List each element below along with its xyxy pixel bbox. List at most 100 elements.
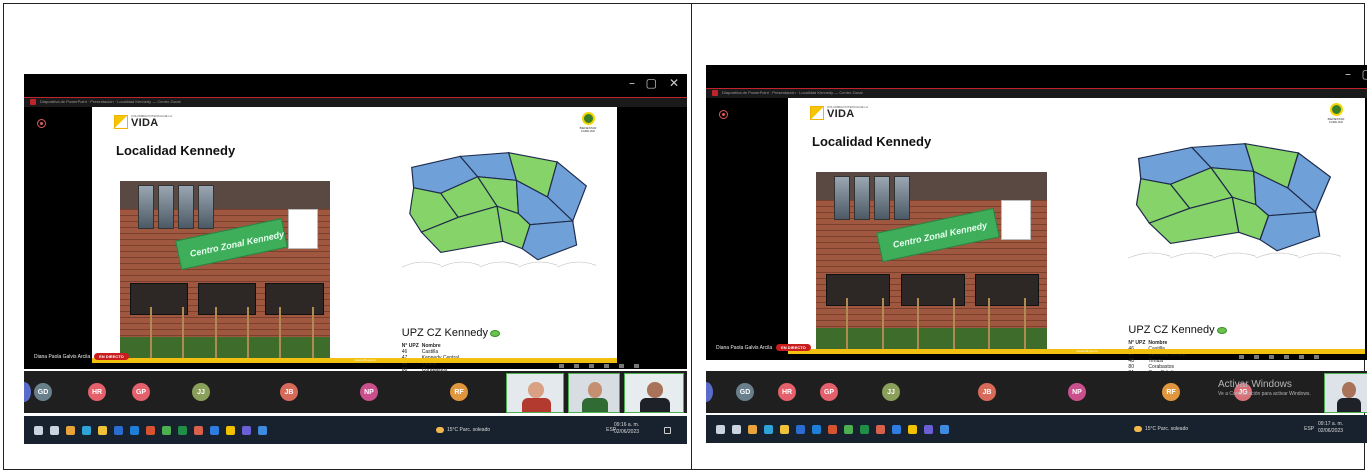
slide-control-icon[interactable]	[619, 364, 624, 368]
participant-avatar[interactable]: RF	[450, 383, 468, 401]
slide-control-icon[interactable]	[589, 364, 594, 368]
windows-taskbar: 15°C Parc. soleado ESP 09:16 a. m. 02/06/20…	[24, 416, 687, 444]
centro-zonal-building-photo: Centro Zonal Kennedy	[120, 181, 330, 359]
mail-icon[interactable]	[812, 425, 821, 434]
presentation-slide: COLOMBIA POTENCIA DE LA VIDA BIENESTAR FAM…	[788, 98, 1365, 382]
slide-control-icon[interactable]	[634, 364, 639, 368]
edge-icon[interactable]	[82, 426, 91, 435]
files-icon[interactable]	[780, 425, 789, 434]
participant-avatar[interactable]: NP	[360, 383, 378, 401]
windows-icon[interactable]	[716, 425, 725, 434]
activate-title: Activar Windows	[1218, 379, 1292, 390]
shield-icon[interactable]	[162, 426, 171, 435]
slide-control-icon[interactable]	[1269, 355, 1274, 359]
system-clock[interactable]: 09:16 a. m. 02/06/2023	[614, 422, 639, 435]
upz-heading-text: UPZ CZ Kennedy	[401, 327, 488, 339]
system-tray: 15°C Parc. soleado ESP	[436, 427, 616, 433]
icbf-plaque	[288, 209, 318, 249]
paint-icon[interactable]	[876, 425, 885, 434]
close-button[interactable]: ✕	[669, 76, 679, 90]
presentation-slide: COLOMBIA POTENCIA DE LA VIDA BIENESTAR FAM…	[92, 107, 617, 385]
teams-icon[interactable]	[924, 425, 933, 434]
weather-text[interactable]: 15°C Parc. soleado	[447, 427, 490, 433]
slide-control-icon[interactable]	[1314, 355, 1319, 359]
browser-icon[interactable]	[258, 426, 267, 435]
powerpoint-icon[interactable]	[828, 425, 837, 434]
slide-controls	[1239, 355, 1319, 359]
ground-window	[130, 283, 189, 315]
chrome-icon[interactable]	[748, 425, 757, 434]
footer-url: www.icbf.gov.co	[1076, 349, 1098, 353]
participant-avatar[interactable]: JB	[978, 383, 996, 401]
paint-icon[interactable]	[194, 426, 203, 435]
notes-icon[interactable]	[226, 426, 235, 435]
notes-icon[interactable]	[908, 425, 917, 434]
mail-icon[interactable]	[130, 426, 139, 435]
windows-icon[interactable]	[34, 426, 43, 435]
participant-video[interactable]	[568, 373, 620, 413]
vida-logo-icon	[114, 115, 128, 129]
map-road-line	[479, 261, 519, 268]
system-clock[interactable]: 09:17 a. m. 02/06/2023	[1318, 421, 1343, 434]
participant-video[interactable]	[506, 373, 564, 413]
slide-footer-bar: www.icbf.gov.co	[92, 358, 617, 363]
powerpoint-icon[interactable]	[146, 426, 155, 435]
seal-caption: BIENESTAR FAMILIAR	[579, 126, 597, 134]
edge-icon[interactable]	[764, 425, 773, 434]
colombia-vida-logo: COLOMBIA POTENCIA DE LA VIDA	[114, 115, 172, 129]
slide-control-icon[interactable]	[1284, 355, 1289, 359]
slide-control-icon[interactable]	[1239, 355, 1244, 359]
participant-avatar[interactable]: RF	[1162, 383, 1180, 401]
ground-window	[265, 283, 324, 315]
participant-avatar[interactable]: NP	[1068, 383, 1086, 401]
activate-windows-watermark: Activar Windows Ve a Configuración para a…	[1218, 379, 1311, 397]
chrome-icon[interactable]	[66, 426, 75, 435]
weather-text[interactable]: 15°C Parc. soleado	[1145, 426, 1188, 432]
building-window	[198, 185, 214, 229]
minimize-button[interactable]: –	[629, 76, 635, 90]
tab-title[interactable]: Diapositiva de PowerPoint · Presentación…	[722, 90, 863, 95]
slide-control-icon[interactable]	[559, 364, 564, 368]
teams-icon[interactable]	[242, 426, 251, 435]
participant-avatar-partial[interactable]	[706, 382, 713, 402]
files-icon[interactable]	[98, 426, 107, 435]
search-icon[interactable]	[50, 426, 59, 435]
shield-icon[interactable]	[844, 425, 853, 434]
participant-avatar[interactable]: JJ	[192, 383, 210, 401]
slide-control-icon[interactable]	[1299, 355, 1304, 359]
excel-icon[interactable]	[178, 426, 187, 435]
building-window	[854, 176, 870, 220]
slide-control-icon[interactable]	[1254, 355, 1259, 359]
recording-icon	[37, 119, 46, 128]
participant-avatar[interactable]: HR	[778, 383, 796, 401]
word-icon[interactable]	[114, 426, 123, 435]
upz-heading: UPZ CZ Kennedy	[402, 327, 500, 339]
participant-avatar[interactable]: GP	[132, 383, 150, 401]
participant-avatar[interactable]: JB	[280, 383, 298, 401]
participant-avatar[interactable]: GP	[820, 383, 838, 401]
folder-icon[interactable]	[892, 425, 901, 434]
maximize-button[interactable]: ▢	[646, 76, 657, 90]
slide-control-icon[interactable]	[574, 364, 579, 368]
excel-icon[interactable]	[860, 425, 869, 434]
word-icon[interactable]	[796, 425, 805, 434]
folder-icon[interactable]	[210, 426, 219, 435]
participant-avatar[interactable]: GD	[736, 383, 754, 401]
maximize-button[interactable]: ▢	[1362, 67, 1367, 81]
minimize-button[interactable]: –	[1345, 67, 1351, 81]
participant-video[interactable]	[624, 373, 684, 413]
tab-title[interactable]: Diapositiva de PowerPoint · Presentación…	[40, 99, 181, 104]
participant-avatar-partial[interactable]	[24, 382, 31, 402]
participant-avatar[interactable]: GD	[34, 383, 52, 401]
weather-icon	[1134, 426, 1142, 432]
search-icon[interactable]	[732, 425, 741, 434]
participant-video[interactable]	[1324, 373, 1367, 413]
slide-control-icon[interactable]	[604, 364, 609, 368]
kennedy-upz-map	[401, 151, 596, 268]
participant-avatar[interactable]: JJ	[882, 383, 900, 401]
browser-icon[interactable]	[940, 425, 949, 434]
language-indicator[interactable]: ESP	[1304, 426, 1314, 432]
icbf-plaque	[1000, 200, 1031, 240]
notification-icon[interactable]	[664, 427, 671, 434]
participant-avatar[interactable]: HR	[88, 383, 106, 401]
